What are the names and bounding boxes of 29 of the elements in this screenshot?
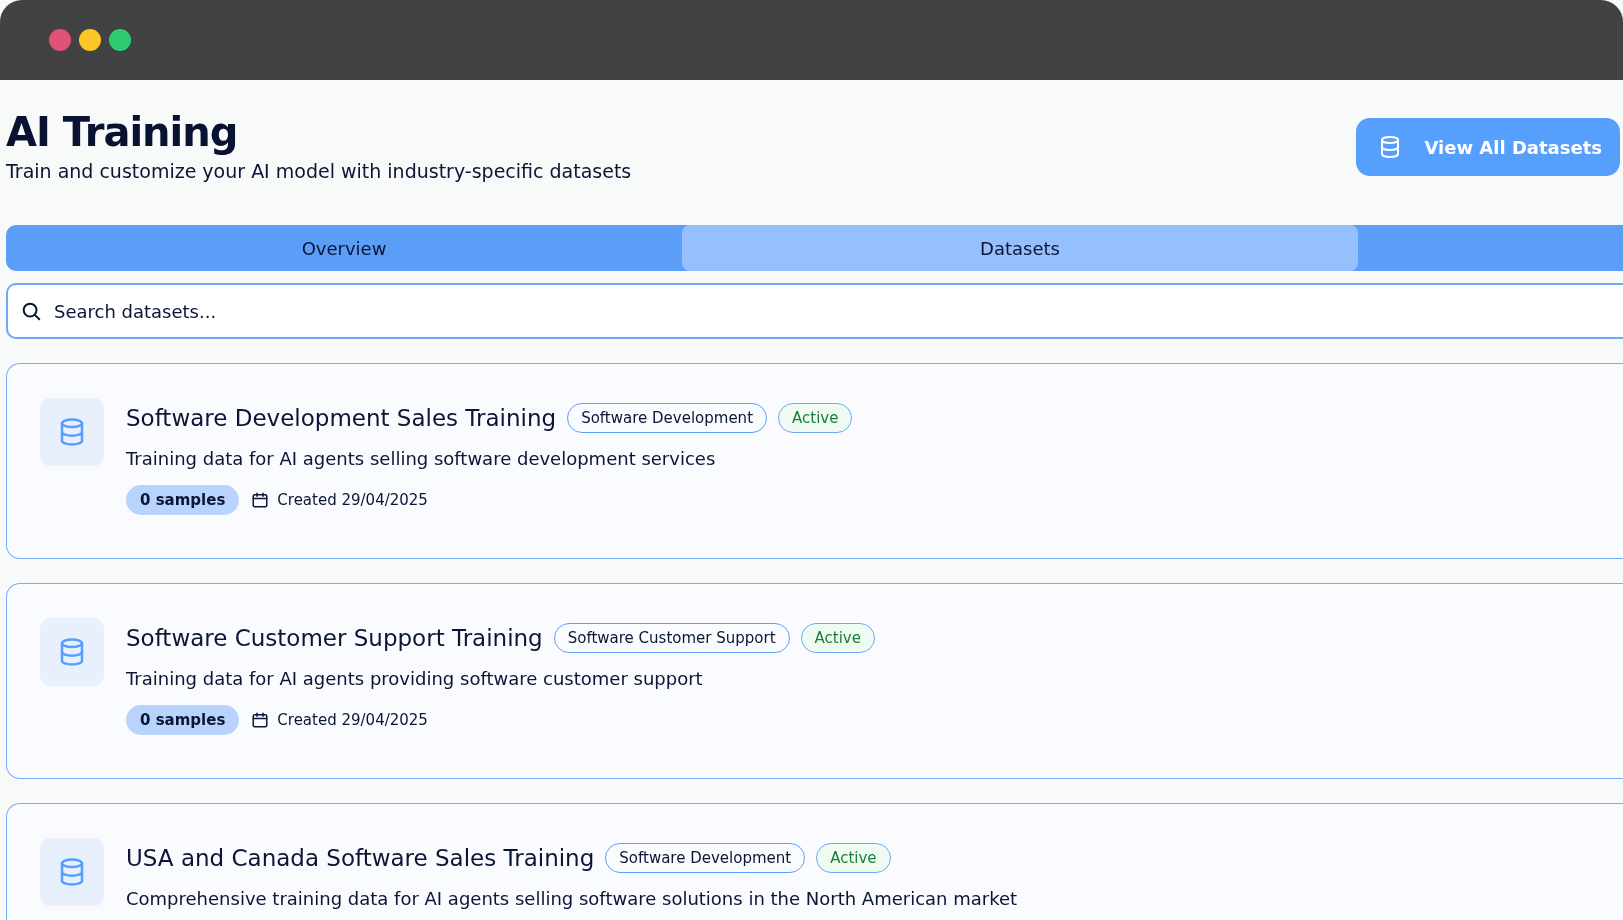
close-dot[interactable] bbox=[49, 29, 71, 51]
database-icon bbox=[40, 398, 104, 466]
dataset-card[interactable]: Software Customer Support Training Software Customer Support Active Training data for AI agents providing software customer support 0 samples Created 29/04/2025 bbox=[6, 583, 1623, 779]
page-title: AI Training bbox=[6, 108, 239, 156]
dataset-card[interactable]: Software Development Sales Training Software Development Active Training data for AI agents selling software development services 0 samples Created 29/04/2025 bbox=[6, 363, 1623, 559]
tab[interactable]: Datasets bbox=[682, 225, 1358, 271]
dataset-title: Software Customer Support Training bbox=[126, 625, 543, 651]
status-tag: Active bbox=[816, 843, 891, 873]
calendar-icon bbox=[251, 491, 270, 509]
dataset-description: Training data for AI agents selling software development services bbox=[126, 448, 717, 469]
tab[interactable]: Overview bbox=[6, 225, 682, 271]
calendar-icon bbox=[251, 711, 270, 729]
status-tag: Active bbox=[800, 623, 875, 653]
dataset-title: USA and Canada Software Sales Training bbox=[126, 845, 595, 871]
created-date: Created 29/04/2025 bbox=[277, 711, 428, 729]
dataset-title: Software Development Sales Training bbox=[126, 405, 557, 431]
status-tag: Active bbox=[778, 403, 853, 433]
created-date: Created 29/04/2025 bbox=[277, 491, 428, 509]
database-icon bbox=[40, 618, 104, 686]
dataset-description: Comprehensive training data for AI agents selling software solutions in the North American market bbox=[126, 888, 1018, 909]
maximize-dot[interactable] bbox=[109, 29, 131, 51]
minimize-dot[interactable] bbox=[79, 29, 101, 51]
samples-count: 0 samples bbox=[126, 705, 240, 735]
database-icon bbox=[40, 838, 104, 906]
page-subtitle: Train and customize your AI model with industry-specific datasets bbox=[6, 160, 632, 182]
samples-count: 0 samples bbox=[126, 485, 240, 515]
dataset-card[interactable]: USA and Canada Software Sales Training Software Development Active Comprehensive training data for AI agents selling software solutions in the North American market bbox=[6, 803, 1623, 920]
dataset-description: Training data for AI agents providing software customer support bbox=[126, 668, 704, 689]
search-field[interactable]: Search datasets... bbox=[6, 283, 1623, 339]
